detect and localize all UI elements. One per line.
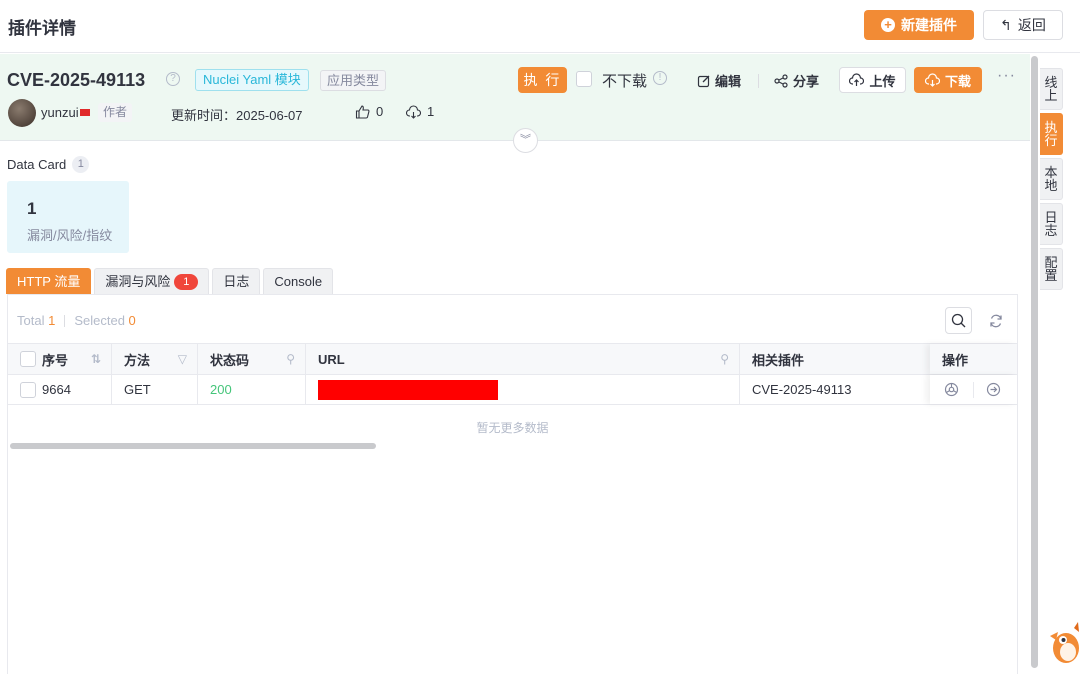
tab-logs[interactable]: 日志 (212, 268, 261, 294)
tab-http-traffic[interactable]: HTTP 流量 (6, 268, 92, 294)
search-icon[interactable]: ⚲ (286, 352, 295, 366)
info-icon[interactable]: ! (653, 71, 667, 85)
cell-url (306, 375, 740, 404)
arrow-right-circle-icon[interactable] (986, 382, 1001, 400)
data-card-label: 漏洞/风险/指纹 (27, 228, 113, 243)
chrome-icon[interactable] (944, 382, 959, 400)
download-count-indicator: 1 (406, 104, 434, 119)
select-all-checkbox[interactable] (20, 351, 36, 367)
cloud-upload-icon (849, 73, 865, 86)
execute-button[interactable]: 执 行 (518, 67, 567, 93)
side-tab-local[interactable]: 本地 (1040, 158, 1063, 200)
more-icon[interactable]: ··· (997, 67, 1016, 85)
search-icon (951, 313, 966, 328)
new-plugin-button[interactable]: + 新建插件 (864, 10, 974, 40)
data-card-title: Data Card (7, 157, 67, 172)
table-toolbar: Total 1 Selected 0 (8, 295, 1017, 343)
new-plugin-label: 新建插件 (901, 17, 957, 33)
search-button[interactable] (945, 307, 972, 334)
mascot-icon[interactable] (1044, 618, 1080, 668)
data-card-count: 1 (72, 156, 90, 173)
col-header-plugin[interactable]: 相关插件 (740, 344, 940, 374)
cell-actions (930, 375, 1017, 404)
filter-icon[interactable]: ▽ (178, 352, 187, 366)
empty-more-text: 暂无更多数据 (476, 421, 549, 435)
vulns-count-badge: 1 (174, 273, 199, 290)
side-tabs: 线上 执行 本地 日志 配置 (1040, 68, 1063, 290)
refresh-button[interactable] (982, 307, 1009, 334)
cell-id: 9664 (8, 375, 112, 404)
edit-button[interactable]: 编辑 (697, 71, 741, 90)
like-button[interactable]: 0 (355, 104, 383, 119)
horizontal-scrollbar[interactable] (10, 443, 376, 449)
share-icon (774, 73, 788, 88)
return-arrow-icon: ↰ (1000, 16, 1012, 33)
col-header-status[interactable]: 状态码 ⚲ (198, 344, 306, 374)
cell-status: 200 (198, 375, 306, 404)
download-button[interactable]: 下载 (914, 67, 982, 93)
refresh-icon (989, 314, 1002, 327)
plugin-type-tag: Nuclei Yaml 模块 (195, 69, 309, 91)
author-name[interactable]: yunzui (41, 105, 90, 120)
col-header-method[interactable]: 方法 ▽ (112, 344, 198, 374)
result-tabs: HTTP 流量 漏洞与风险 1 日志 Console (6, 268, 334, 294)
table-row[interactable]: 9664 GET 200 CVE-2025-49113 (8, 375, 1017, 405)
side-tab-execute[interactable]: 执行 (1040, 113, 1063, 155)
plus-circle-icon: + (881, 18, 895, 32)
page-title: 插件详情 (8, 19, 76, 38)
col-header-url[interactable]: URL ⚲ (306, 344, 740, 374)
sort-icon[interactable]: ⇅ (91, 352, 101, 366)
flag-icon (79, 109, 90, 116)
side-tab-logs[interactable]: 日志 (1040, 203, 1063, 245)
cell-plugin: CVE-2025-49113 (752, 382, 852, 397)
cloud-download-icon (406, 104, 421, 119)
share-button[interactable]: 分享 (774, 71, 819, 90)
table-counts: Total 1 Selected 0 (17, 313, 136, 328)
top-bar: 插件详情 + 新建插件 ↰ 返回 (0, 0, 1080, 53)
cloud-download-icon (924, 73, 940, 87)
app-type-tag: 应用类型 (320, 70, 387, 91)
plugin-header: CVE-2025-49113 ? Nuclei Yaml 模块 应用类型 执 行… (0, 54, 1030, 141)
search-icon[interactable]: ⚲ (720, 352, 729, 366)
no-download-label: 不下载 (602, 73, 648, 90)
side-tab-config[interactable]: 配置 (1040, 248, 1063, 290)
col-header-id[interactable]: 序号 ⇅ (8, 344, 112, 374)
table-header: 序号 ⇅ 方法 ▽ 状态码 ⚲ URL ⚲ 相关插件 操作 (8, 343, 1017, 375)
share-label: 分享 (793, 74, 820, 89)
upload-label: 上传 (869, 73, 896, 89)
like-count: 0 (376, 104, 384, 119)
back-button[interactable]: ↰ 返回 (983, 10, 1063, 40)
col-header-actions: 操作 (930, 344, 1017, 374)
author-tag: 作者 (98, 103, 133, 122)
avatar[interactable] (8, 99, 36, 127)
http-traffic-table: Total 1 Selected 0 序号 ⇅ 方法 ▽ 状态码 ⚲ URL ⚲ … (7, 294, 1018, 674)
plugin-name: CVE-2025-49113 (7, 70, 146, 90)
expand-chevron-icon[interactable]: ︾ (513, 128, 538, 153)
edit-label: 编辑 (715, 74, 742, 89)
data-card[interactable]: 1 漏洞/风险/指纹 (7, 181, 129, 253)
redacted-url (318, 379, 498, 400)
cell-method: GET (112, 375, 198, 404)
help-icon[interactable]: ? (166, 72, 180, 86)
download-count: 1 (427, 104, 435, 119)
vertical-scrollbar[interactable] (1031, 56, 1038, 668)
tab-console[interactable]: Console (263, 268, 334, 294)
update-time: 更新时间：2025-06-07 (171, 108, 303, 123)
divider (973, 382, 974, 398)
row-checkbox[interactable] (20, 381, 36, 398)
no-download-checkbox[interactable] (576, 71, 592, 87)
data-card-header: Data Card 1 (7, 156, 90, 173)
upload-button[interactable]: 上传 (839, 67, 906, 93)
data-card-value: 1 (27, 199, 37, 218)
download-label: 下载 (944, 73, 971, 89)
back-label: 返回 (1017, 17, 1046, 33)
side-tab-online[interactable]: 线上 (1040, 68, 1063, 110)
thumbs-up-icon (355, 104, 370, 119)
divider (758, 74, 759, 88)
edit-icon (697, 75, 710, 87)
tab-vulns-risks[interactable]: 漏洞与风险 1 (94, 268, 210, 294)
